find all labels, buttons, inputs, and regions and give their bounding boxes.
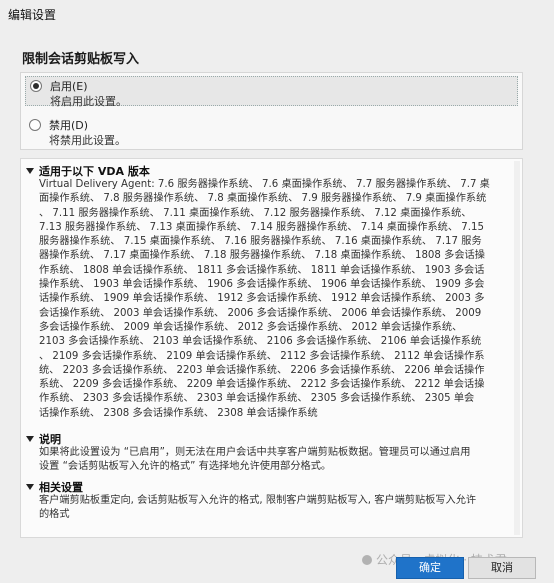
window-title: 编辑设置 [8,8,57,22]
applies-line: 服务器操作系统、 7.15 桌面操作系统、 7.16 服务器操作系统、 7.16… [39,236,482,248]
related-section-toggle[interactable]: 相关设置 [26,479,83,495]
disable-radio[interactable] [29,119,41,131]
applies-line: 、 7.11 服务器操作系统、 7.11 桌面操作系统、 7.12 服务器操作系… [39,207,472,219]
applies-line: 作系统、 1808 单会话操作系统、 1811 多会话操作系统、 1811 单会… [39,264,485,276]
applies-line: 话操作系统、 2308 多会话操作系统、 2308 单会话操作系统 [39,407,318,419]
cancel-button[interactable]: 取消 [468,557,536,579]
applies-section-toggle[interactable]: 适用于以下 VDA 版本 [26,163,150,179]
applies-heading: 适用于以下 VDA 版本 [39,165,150,178]
disable-description: 将禁用此设置。 [49,134,126,147]
applies-line: 话操作系统、 1909 单会话操作系统、 1912 多会话操作系统、 1912 … [39,293,485,305]
applies-body: Virtual Delivery Agent: 7.6 服务器操作系统、 7.6… [39,178,517,421]
description-line: 如果将此设置设为 “已启用”，则无法在用户会话中共享客户端剪贴板数据。管理员可以… [39,447,471,458]
description-line: 设置 “会话剪贴板写入允许的格式” 有选择地允许使用部分格式。 [39,461,332,473]
setting-title: 限制会话剪贴板写入 [22,52,140,67]
enable-radio[interactable] [30,80,42,92]
applies-line: 面操作系统、 7.8 服务器操作系统、 7.8 桌面操作系统、 7.9 服务器操… [39,193,487,205]
applies-line: 7.13 服务器操作系统、 7.13 桌面操作系统、 7.14 服务器操作系统、… [39,221,484,233]
description-heading: 说明 [39,433,61,446]
disable-label: 禁用(D) [49,119,89,132]
details-panel: 适用于以下 VDA 版本 Virtual Delivery Agent: 7.6… [20,158,523,538]
applies-line: 、 2109 多会话操作系统、 2109 单会话操作系统、 2112 多会话操作… [39,350,485,362]
enable-option[interactable]: 启用(E) 将启用此设置。 [25,76,518,108]
wechat-icon [362,555,372,565]
applies-line: 多会话操作系统、 2009 单会话操作系统、 2012 多会话操作系统、 201… [39,321,463,333]
applies-line: 2103 多会话操作系统、 2103 单会话操作系统、 2106 多会话操作系统… [39,336,482,348]
enable-label: 启用(E) [50,80,88,93]
applies-line: 作系统、 2303 多会话操作系统、 2303 单会话操作系统、 2305 多会… [39,393,475,405]
applies-line: Virtual Delivery Agent: 7.6 服务器操作系统、 7.6… [39,179,490,190]
description-body: 如果将此设置设为 “已启用”，则无法在用户会话中共享客户端剪贴板数据。管理员可以… [39,446,517,475]
applies-line: 会话操作系统、 2003 单会话操作系统、 2006 多会话操作系统、 2006… [39,307,482,319]
options-panel: 启用(E) 将启用此设置。 禁用(D) 将禁用此设置。 [20,72,523,150]
related-body: 客户端剪贴板重定向, 会话剪贴板写入允许的格式, 限制客户端剪贴板写入, 客户端… [39,494,517,523]
applies-line: 器操作系统、 7.17 桌面操作系统、 7.18 服务器操作系统、 7.18 桌… [39,250,485,262]
details-scrollbar[interactable] [514,161,520,535]
collapse-triangle-icon [26,168,34,174]
applies-line: 统、 2203 多会话操作系统、 2203 单会话操作系统、 2206 多会话操… [39,364,485,376]
related-heading: 相关设置 [39,481,83,494]
disable-option[interactable]: 禁用(D) 将禁用此设置。 [25,116,505,147]
applies-line: 操作系统、 1903 单会话操作系统、 1906 多会话操作系统、 1906 单… [39,279,485,291]
collapse-triangle-icon [26,436,34,442]
related-line: 的格式 [39,509,70,521]
collapse-triangle-icon [26,484,34,490]
applies-line: 系统、 2209 多会话操作系统、 2209 单会话操作系统、 2212 多会话… [39,379,485,391]
enable-description: 将启用此设置。 [50,95,127,108]
ok-button[interactable]: 确定 [396,557,464,579]
related-line: 客户端剪贴板重定向, 会话剪贴板写入允许的格式, 限制客户端剪贴板写入, 客户端… [39,495,477,506]
description-section-toggle[interactable]: 说明 [26,431,61,447]
